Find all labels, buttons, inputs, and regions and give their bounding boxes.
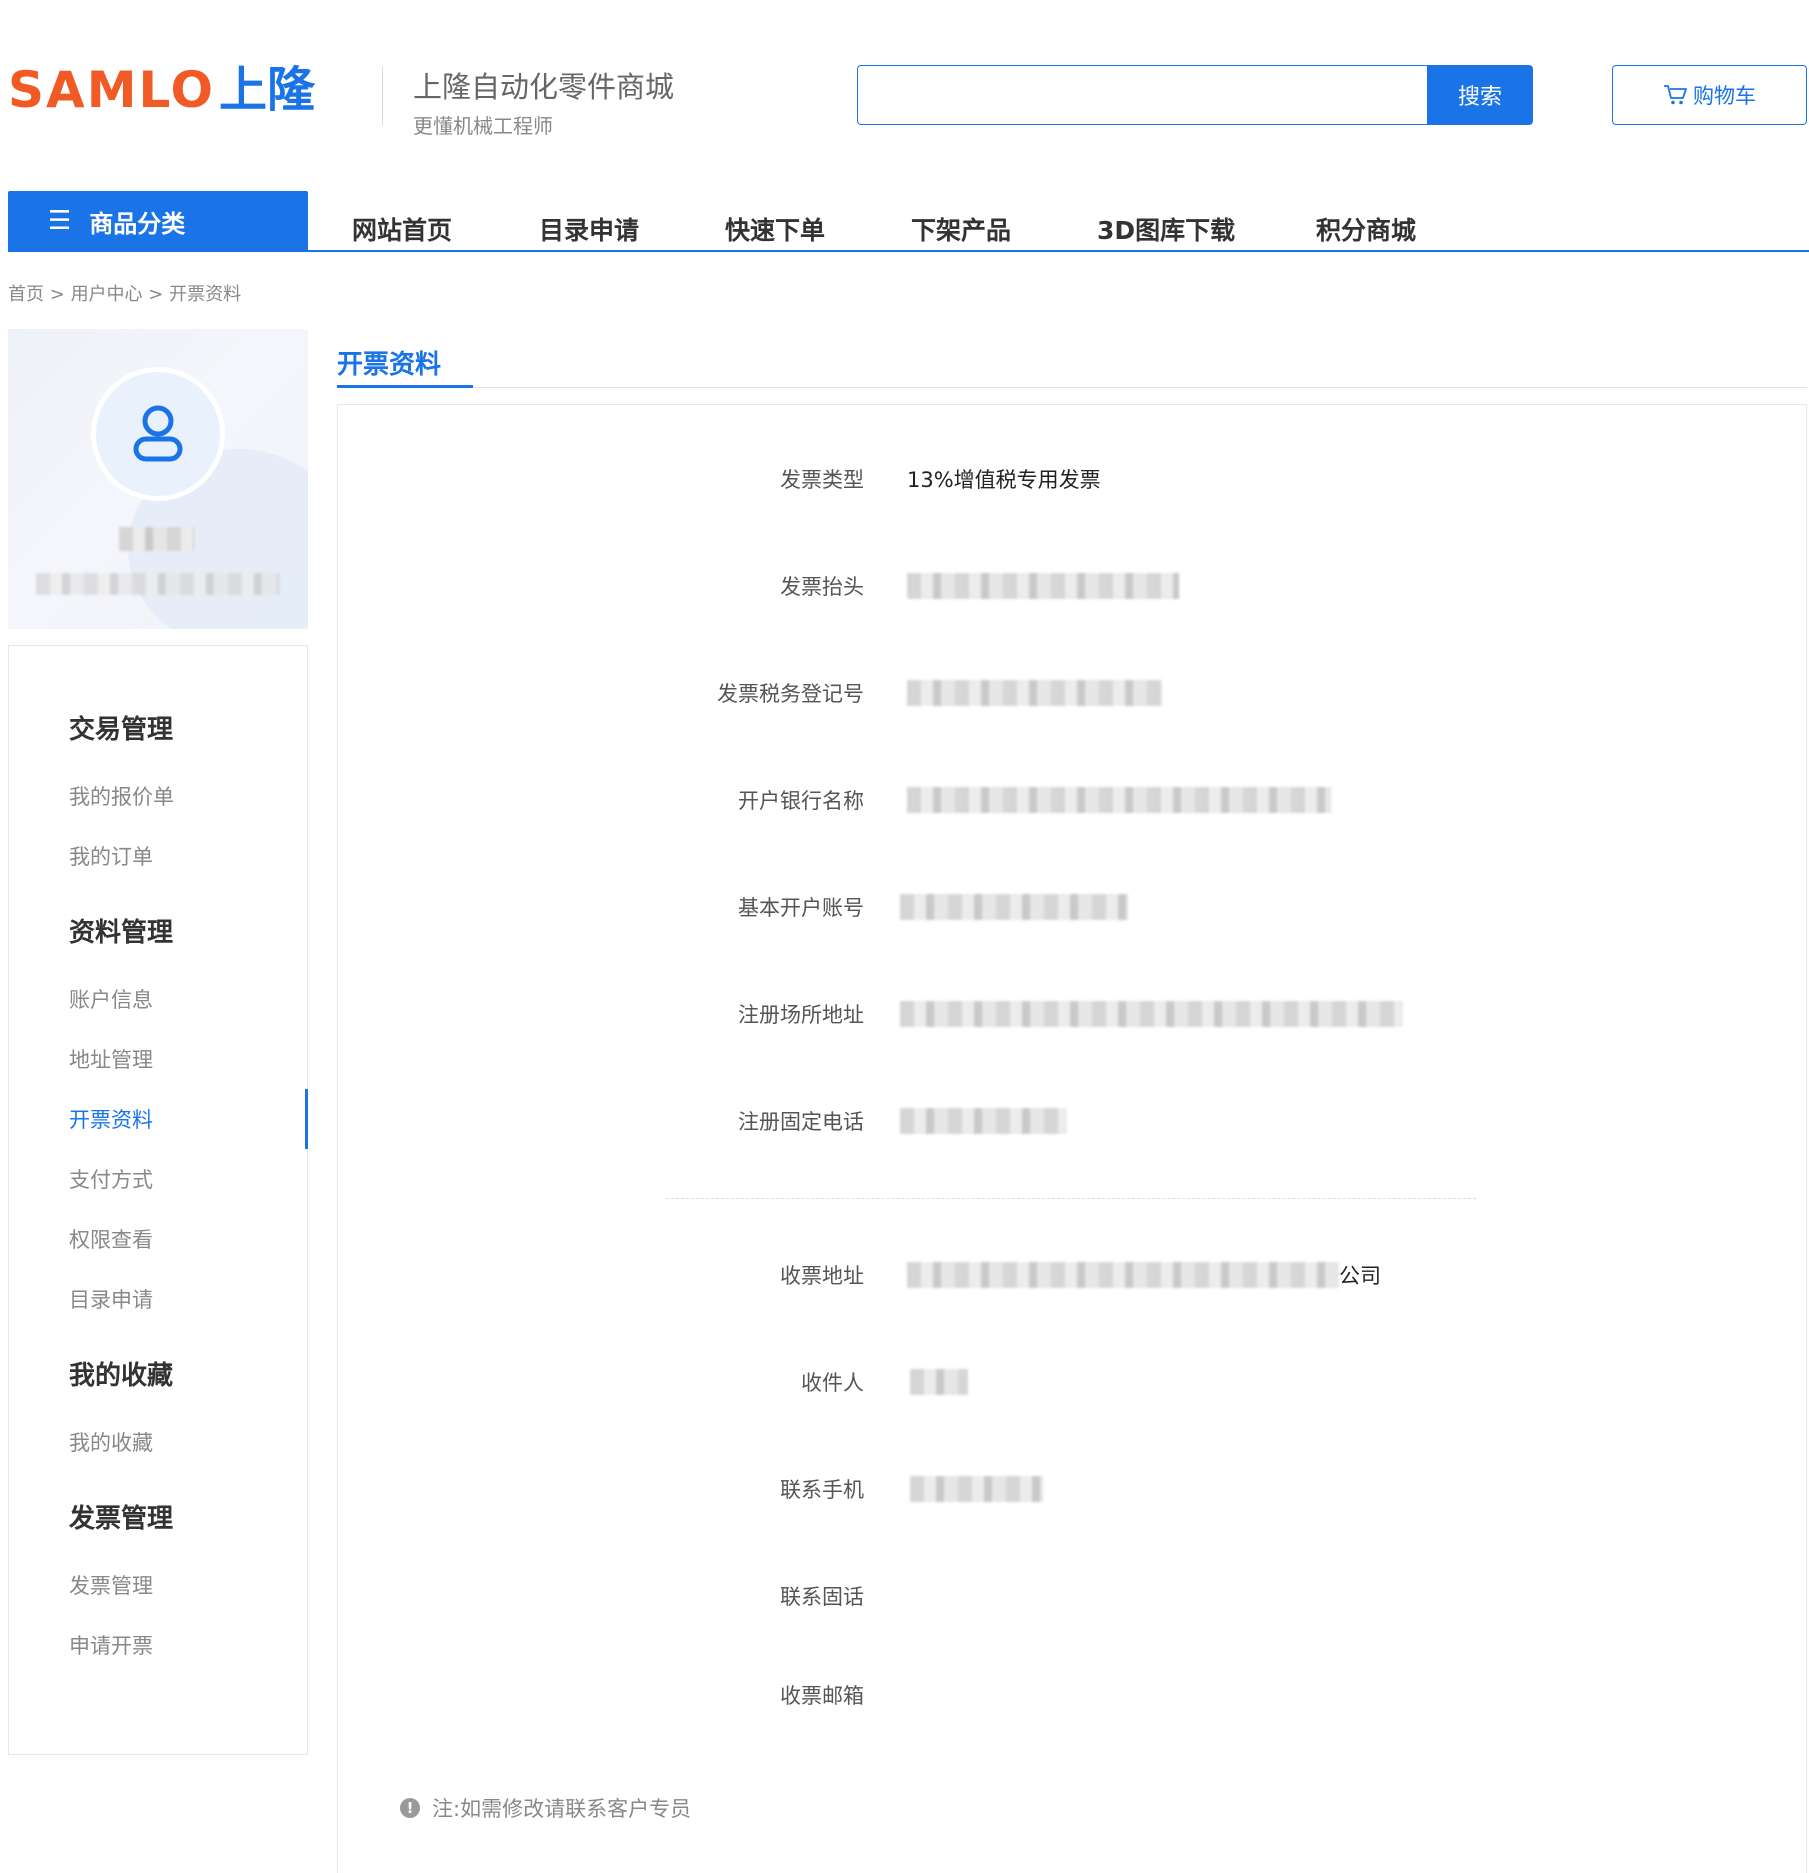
label-bank-name: 开户银行名称 <box>738 789 864 813</box>
menu-account-info[interactable]: 账户信息 <box>69 984 153 1014</box>
breadcrumb-home[interactable]: 首页 <box>8 284 44 305</box>
label-registered-address: 注册场所地址 <box>738 1003 864 1027</box>
nav-quick-order[interactable]: 快速下单 <box>725 211 825 247</box>
value-bank-account-masked <box>900 894 1128 920</box>
label-invoice-type: 发票类型 <box>780 468 864 492</box>
value-registered-address-masked <box>900 1001 1403 1027</box>
value-mail-address-suffix: 公司 <box>1339 1264 1381 1288</box>
profile-name-masked <box>119 527 194 551</box>
value-invoice-type: 13%增值税专用发票 <box>907 468 1101 492</box>
label-tax-number: 发票税务登记号 <box>717 682 864 706</box>
menu-my-orders[interactable]: 我的订单 <box>69 841 153 871</box>
invoice-info-panel <box>337 404 1807 1873</box>
cart-button[interactable]: 购物车 <box>1612 65 1807 125</box>
menu-invoice-info[interactable]: 开票资料 <box>69 1104 153 1134</box>
menu-icon: ☰ <box>48 206 72 236</box>
page-title: 开票资料 <box>337 350 442 380</box>
profile-card <box>8 329 308 629</box>
label-invoice-title: 发票抬头 <box>780 575 864 599</box>
user-icon <box>133 405 183 462</box>
menu-permissions[interactable]: 权限查看 <box>69 1224 153 1254</box>
category-label: 商品分类 <box>89 209 186 238</box>
nav-underline <box>8 250 1809 252</box>
label-recipient: 收件人 <box>801 1371 864 1395</box>
category-menu-button[interactable]: ☰ 商品分类 <box>8 191 308 251</box>
edit-note-text: 注:如需修改请联系客户专员 <box>432 1797 692 1821</box>
menu-payment[interactable]: 支付方式 <box>69 1164 153 1194</box>
profile-company-masked <box>36 573 280 595</box>
logo-latin-text: SAMLO <box>8 61 216 119</box>
header-divider <box>382 66 383 126</box>
value-mail-address-masked <box>907 1262 1339 1288</box>
search-button[interactable]: 搜索 <box>1427 65 1533 125</box>
nav-home[interactable]: 网站首页 <box>352 211 452 247</box>
brand-subtitle: 更懂机械工程师 <box>413 114 553 138</box>
value-registered-phone-masked <box>900 1108 1067 1134</box>
value-bank-name-masked <box>907 787 1331 813</box>
nav-catalog-request[interactable]: 目录申请 <box>539 211 639 247</box>
nav-discontinued[interactable]: 下架产品 <box>911 211 1011 247</box>
value-invoice-title-masked <box>907 573 1179 599</box>
breadcrumb-current: 开票资料 <box>169 284 242 305</box>
search-input[interactable] <box>857 65 1427 125</box>
edit-note: ! 注:如需修改请联系客户专员 <box>400 1793 691 1823</box>
title-divider <box>337 387 1807 388</box>
menu-invoice-manage[interactable]: 发票管理 <box>69 1570 153 1600</box>
menu-my-favorites[interactable]: 我的收藏 <box>69 1427 153 1457</box>
breadcrumb: 首页 > 用户中心 > 开票资料 <box>8 280 241 306</box>
value-mobile-masked <box>910 1476 1043 1502</box>
menu-group-invoice: 发票管理 <box>69 1504 174 1534</box>
side-menu: 交易管理 我的报价单 我的订单 资料管理 账户信息 地址管理 开票资料 支付方式… <box>8 645 308 1755</box>
nav-points-mall[interactable]: 积分商城 <box>1316 211 1416 247</box>
avatar[interactable] <box>91 367 225 501</box>
menu-group-favorites: 我的收藏 <box>69 1361 174 1391</box>
value-recipient-masked <box>910 1369 968 1395</box>
cart-label: 购物车 <box>1693 84 1756 108</box>
menu-active-indicator <box>305 1089 308 1149</box>
menu-group-trade: 交易管理 <box>69 715 174 745</box>
menu-apply-invoice[interactable]: 申请开票 <box>69 1630 153 1660</box>
label-landline: 联系固话 <box>780 1585 864 1609</box>
menu-group-profile: 资料管理 <box>69 918 174 948</box>
breadcrumb-separator: > <box>148 284 164 305</box>
info-icon: ! <box>400 1798 420 1818</box>
menu-address[interactable]: 地址管理 <box>69 1044 153 1074</box>
section-divider <box>666 1198 1476 1199</box>
breadcrumb-separator: > <box>49 284 65 305</box>
title-underline <box>337 385 473 388</box>
label-email: 收票邮箱 <box>780 1684 864 1708</box>
site-logo[interactable]: SAMLO 上隆 <box>8 60 315 120</box>
label-bank-account: 基本开户账号 <box>738 896 864 920</box>
menu-my-quotes[interactable]: 我的报价单 <box>69 781 174 811</box>
menu-catalog-request[interactable]: 目录申请 <box>69 1284 153 1314</box>
breadcrumb-user-center[interactable]: 用户中心 <box>71 284 143 305</box>
nav-3d-download[interactable]: 3D图库下载 <box>1097 211 1235 247</box>
value-tax-number-masked <box>907 680 1162 706</box>
label-mail-address: 收票地址 <box>780 1264 864 1288</box>
brand-title: 上隆自动化零件商城 <box>413 70 675 104</box>
logo-cn-text: 上隆 <box>219 62 316 118</box>
label-registered-phone: 注册固定电话 <box>738 1110 864 1134</box>
cart-icon <box>1663 84 1687 106</box>
label-mobile: 联系手机 <box>780 1478 864 1502</box>
